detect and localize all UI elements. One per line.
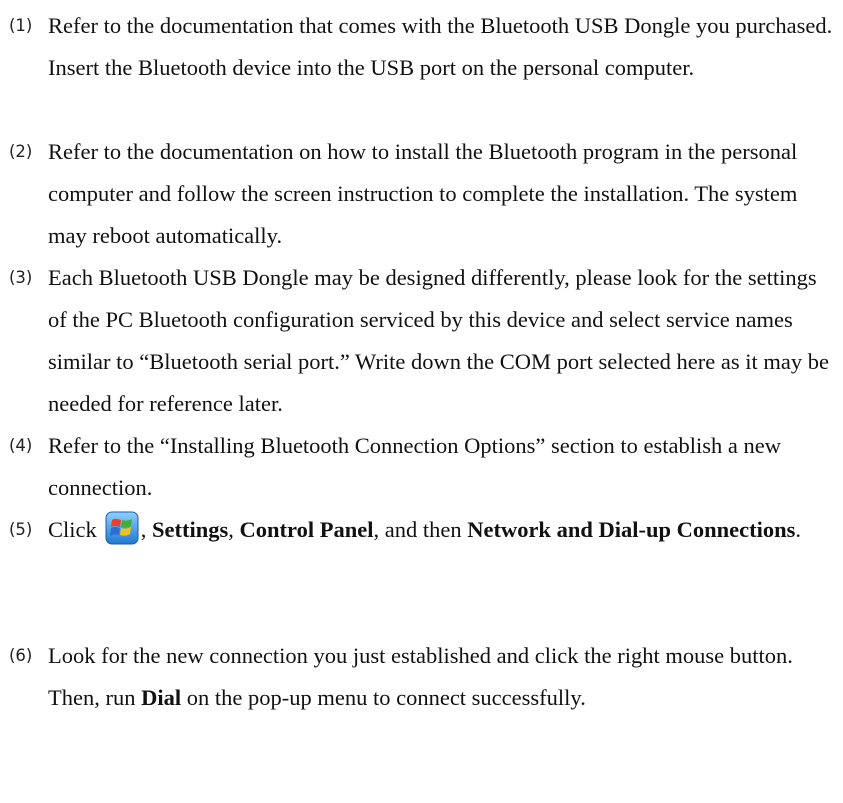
- connector-text: , and then: [373, 517, 468, 542]
- step-2: (2) Refer to the documentation on how to…: [0, 131, 843, 257]
- separator-text: ,: [140, 517, 152, 542]
- dial-label: Dial: [141, 685, 182, 710]
- step-text: Look for the new connection you just est…: [48, 635, 838, 719]
- step-4: (4) Refer to the “Installing Bluetooth C…: [0, 425, 843, 509]
- step-number: (1): [9, 16, 33, 35]
- start-flag-graphic: [105, 511, 139, 545]
- separator-text: ,: [228, 517, 240, 542]
- step-3: (3) Each Bluetooth USB Dongle may be des…: [0, 257, 843, 425]
- step-number: (6): [9, 646, 33, 665]
- step-5: (5) Click , Settings, Control Panel, and…: [0, 509, 843, 551]
- step-1: (1) Refer to the documentation that come…: [0, 5, 843, 89]
- step-number: (5): [9, 520, 33, 539]
- step-number: (2): [9, 142, 33, 161]
- click-text: Click: [48, 517, 97, 542]
- control-panel-label: Control Panel: [239, 517, 374, 542]
- step-6: (6) Look for the new connection you just…: [0, 635, 843, 719]
- step-6-text-after: on the pop-up menu to connect successful…: [181, 685, 586, 710]
- step-number: (3): [9, 268, 33, 287]
- step-text: Refer to the “Installing Bluetooth Conne…: [48, 433, 781, 500]
- instruction-document: (1) Refer to the documentation that come…: [0, 0, 843, 803]
- step-number: (4): [9, 436, 33, 455]
- windows-start-flag-icon: [105, 511, 139, 545]
- period-text: .: [795, 517, 802, 542]
- step-text: Refer to the documentation on how to ins…: [48, 139, 798, 248]
- settings-label: Settings: [152, 517, 229, 542]
- step-text: Click , Settings, Control Panel, and the…: [48, 509, 838, 551]
- network-dialup-label: Network and Dial-up Connections: [467, 517, 796, 542]
- step-text: Each Bluetooth USB Dongle may be designe…: [48, 265, 829, 416]
- step-text: Refer to the documentation that comes wi…: [48, 13, 833, 80]
